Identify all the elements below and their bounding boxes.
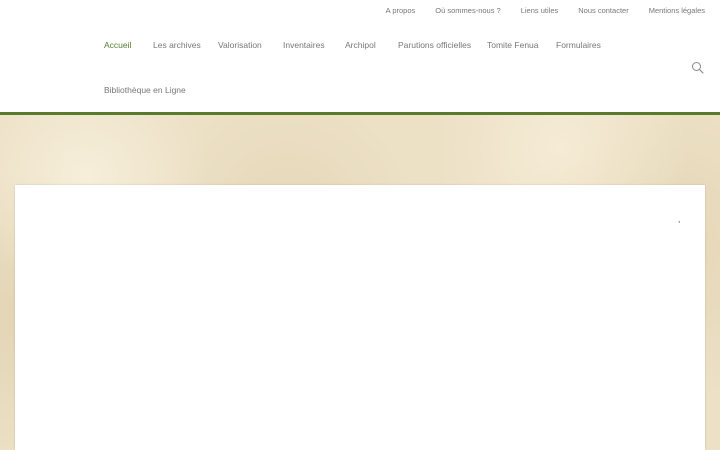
site-header: A propos Où sommes-nous ? Liens utiles N…: [0, 0, 720, 112]
nav-item-formulaires[interactable]: Formulaires: [556, 40, 601, 50]
nav-item-inventaires[interactable]: Inventaires: [283, 40, 325, 50]
top-link-ou-sommes-nous[interactable]: Où sommes-nous ?: [435, 6, 500, 15]
nav-item-tomite-fenua[interactable]: Tomite Fenua: [487, 40, 539, 50]
top-utility-nav: A propos Où sommes-nous ? Liens utiles N…: [366, 6, 705, 15]
content-mark: ,: [678, 215, 681, 224]
nav-item-archipol[interactable]: Archipol: [345, 40, 376, 50]
content-area: ,: [15, 185, 705, 450]
nav-item-les-archives[interactable]: Les archives: [153, 40, 201, 50]
top-link-a-propos[interactable]: A propos: [386, 6, 416, 15]
search-icon: [692, 62, 704, 74]
top-link-liens-utiles[interactable]: Liens utiles: [521, 6, 559, 15]
top-link-nous-contacter[interactable]: Nous contacter: [578, 6, 628, 15]
nav-item-accueil[interactable]: Accueil: [104, 40, 131, 50]
top-link-mentions-legales[interactable]: Mentions légales: [649, 6, 705, 15]
nav-item-bibliotheque-en-ligne[interactable]: Bibliothèque en Ligne: [104, 85, 186, 95]
search-button[interactable]: [691, 61, 704, 74]
nav-item-parutions-officielles[interactable]: Parutions officielles: [398, 40, 471, 50]
nav-item-valorisation[interactable]: Valorisation: [218, 40, 262, 50]
